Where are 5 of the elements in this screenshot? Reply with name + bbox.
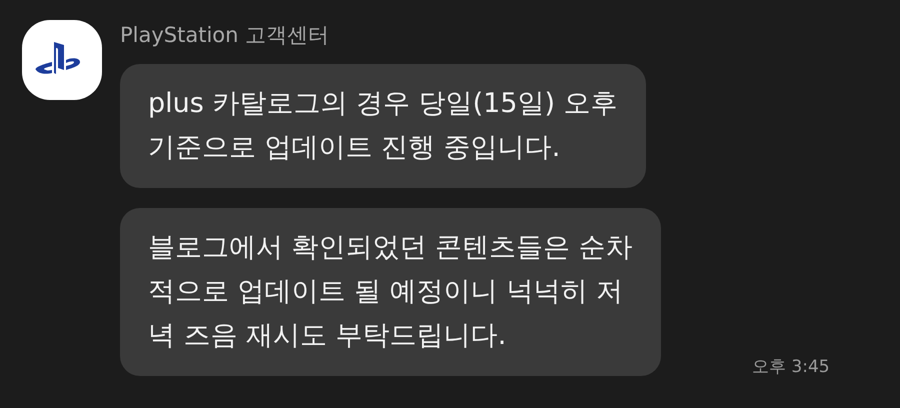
avatar[interactable] bbox=[22, 20, 102, 100]
timestamp: 오후 3:45 bbox=[752, 356, 830, 378]
message-bubble: plus 카탈로그의 경우 당일(15일) 오후 기준으로 업데이트 진행 중입니다. bbox=[120, 64, 646, 188]
message-bubble: 블로그에서 확인되었던 콘텐츠들은 순차 적으로 업데이트 될 예정이니 넉넉히 저 녁 즈음 재시도 부탁드립니다. bbox=[120, 208, 661, 376]
sender-name: PlayStation 고객센터 bbox=[120, 22, 330, 49]
